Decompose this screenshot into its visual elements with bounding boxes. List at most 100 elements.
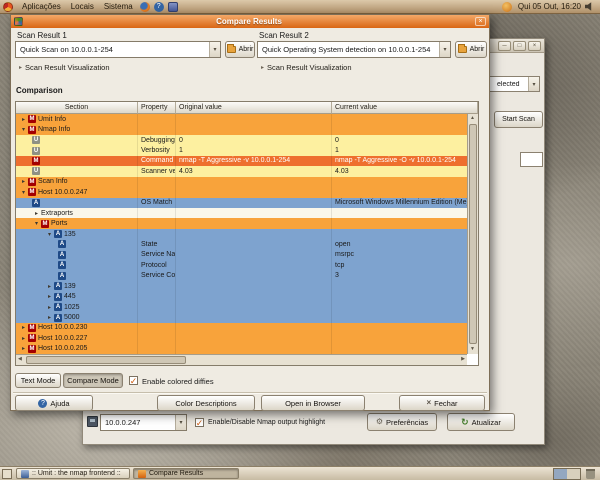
column-header-section[interactable]: Section: [16, 102, 138, 114]
expander-open-icon[interactable]: ▾: [19, 189, 28, 196]
dialog-titlebar[interactable]: Compare Results ×: [11, 15, 489, 28]
vertical-scrollbar[interactable]: ▲ ▼: [467, 114, 478, 354]
table-row[interactable]: ▸A1025: [16, 302, 467, 312]
expander-closed-icon[interactable]: ▸: [19, 116, 28, 123]
workspace-1[interactable]: [554, 469, 567, 479]
app-launcher-icon[interactable]: [168, 2, 178, 12]
help-button[interactable]: ? Ajuda: [15, 395, 93, 411]
expander-closed-icon[interactable]: ▸: [32, 210, 41, 217]
expander-closed-icon[interactable]: ▸: [19, 345, 28, 352]
expander-open-icon[interactable]: ▾: [32, 220, 41, 227]
expander-closed-icon[interactable]: ▸: [45, 314, 54, 321]
scan1-combo[interactable]: Quick Scan on 10.0.0.1-254 ▾: [15, 41, 221, 58]
table-row[interactable]: UVerbosity11: [16, 145, 467, 155]
expander-closed-icon[interactable]: ▸: [19, 178, 28, 185]
refresh-button[interactable]: ↻ Atualizar: [447, 413, 515, 431]
table-row[interactable]: ▸A5000: [16, 312, 467, 322]
highlight-checkbox[interactable]: ✓: [195, 418, 204, 427]
menu-aplicacoes[interactable]: Aplicações: [17, 0, 66, 14]
compare-mode-button[interactable]: Compare Mode: [63, 373, 123, 388]
table-row[interactable]: MCommandnmap -T Aggressive -v 10.0.0.1-2…: [16, 156, 467, 166]
clock[interactable]: Qui 05 Out, 16:20: [514, 0, 585, 14]
expander-closed-icon[interactable]: ▸: [45, 293, 54, 300]
table-row[interactable]: AStateopen: [16, 239, 467, 249]
column-header-current-value[interactable]: Current value: [332, 102, 478, 114]
open-scan1-button[interactable]: Abrir: [225, 41, 255, 58]
table-row[interactable]: ▾MHost 10.0.0.247: [16, 187, 467, 197]
cell-property: [138, 323, 176, 333]
color-descriptions-button[interactable]: Color Descriptions: [157, 395, 255, 411]
section-label: Host 10.0.0.205: [38, 345, 87, 352]
table-row[interactable]: AOS MatchMicrosoft Windows Millennium Ed…: [16, 198, 467, 208]
firefox-launcher-icon[interactable]: [140, 2, 150, 12]
menu-sistema[interactable]: Sistema: [99, 0, 138, 14]
column-header-property[interactable]: Property: [138, 102, 176, 114]
open-in-browser-button[interactable]: Open in Browser: [261, 395, 365, 411]
open-scan2-button[interactable]: Abrir: [455, 41, 487, 58]
small-field[interactable]: [520, 152, 543, 167]
expander-closed-icon[interactable]: ▸: [19, 335, 28, 342]
diff-state-badge: A: [54, 314, 62, 322]
table-row[interactable]: ▸MHost 10.0.0.205: [16, 344, 467, 354]
colored-diffs-checkbox[interactable]: ✓: [129, 376, 138, 385]
close-dialog-button[interactable]: × Fechar: [399, 395, 485, 411]
expander-open-icon[interactable]: ▾: [45, 231, 54, 238]
cell-original-value: [176, 344, 332, 354]
table-row[interactable]: AService Conf3: [16, 271, 467, 281]
text-mode-button[interactable]: Text Mode: [15, 373, 61, 388]
table-row[interactable]: ▾MPorts: [16, 218, 467, 228]
horizontal-scroll-thumb[interactable]: [26, 356, 186, 364]
host-combo[interactable]: 10.0.0.247 ▾: [100, 414, 187, 431]
scroll-up-icon[interactable]: ▲: [470, 116, 475, 121]
table-row[interactable]: ▸A139: [16, 281, 467, 291]
table-row[interactable]: ▸MUmit Info: [16, 114, 467, 124]
trash-icon[interactable]: [586, 469, 595, 479]
table-row[interactable]: UScanner version4.034.03: [16, 166, 467, 176]
workspace-switcher[interactable]: [553, 468, 581, 480]
taskbar-item-compare-results[interactable]: Compare Results: [133, 468, 239, 479]
column-header-original-value[interactable]: Original value: [176, 102, 332, 114]
expander-closed-icon[interactable]: ▸: [45, 283, 54, 290]
table-row[interactable]: ▸Extraports: [16, 208, 467, 218]
minimize-button[interactable]: ─: [498, 41, 511, 51]
table-row[interactable]: ▸A445: [16, 291, 467, 301]
table-row[interactable]: ▸MHost 10.0.0.227: [16, 333, 467, 343]
scroll-right-icon[interactable]: ▶: [461, 357, 465, 362]
taskbar-item-umit[interactable]: :: Umit : the nmap frontend ::: [16, 468, 130, 479]
table-row[interactable]: UDebugging00: [16, 135, 467, 145]
table-row[interactable]: ▾A135: [16, 229, 467, 239]
scan1-visualization-expander[interactable]: ▸ Scan Result Visualization: [19, 63, 110, 72]
close-button[interactable]: ×: [528, 41, 541, 51]
table-header: Section Property Original value Current …: [16, 102, 478, 114]
separator: [13, 392, 487, 394]
volume-icon[interactable]: [585, 2, 595, 12]
notification-icon[interactable]: [502, 2, 512, 12]
table-row[interactable]: AService Namemsrpc: [16, 250, 467, 260]
cell-current-value: [332, 229, 467, 239]
scan2-combo[interactable]: Quick Operating System detection on 10.0…: [257, 41, 451, 58]
table-row[interactable]: ▸MHost 10.0.0.230: [16, 323, 467, 333]
ubuntu-menu-icon[interactable]: [3, 2, 13, 12]
maximize-button[interactable]: □: [513, 41, 526, 51]
help-launcher-icon[interactable]: ?: [154, 2, 164, 12]
menu-locais[interactable]: Locais: [66, 0, 99, 14]
table-row[interactable]: ▾MNmap Info: [16, 124, 467, 134]
expander-closed-icon[interactable]: ▸: [45, 304, 54, 311]
horizontal-scrollbar[interactable]: ◀ ▶: [16, 354, 467, 365]
workspace-2[interactable]: [567, 469, 580, 479]
start-scan-button[interactable]: Start Scan: [494, 111, 543, 128]
expander-closed-icon[interactable]: ▸: [19, 324, 28, 331]
show-desktop-icon[interactable]: [2, 469, 12, 479]
scan2-visualization-expander[interactable]: ▸ Scan Result Visualization: [261, 63, 352, 72]
table-row[interactable]: AProtocoltcp: [16, 260, 467, 270]
refresh-icon: ↻: [461, 418, 469, 427]
scroll-down-icon[interactable]: ▼: [470, 347, 475, 352]
profile-combo-fragment[interactable]: elected ▾: [482, 76, 540, 92]
folder-open-icon: [227, 46, 236, 53]
table-row[interactable]: ▸MScan Info: [16, 177, 467, 187]
vertical-scroll-thumb[interactable]: [469, 124, 477, 344]
expander-open-icon[interactable]: ▾: [19, 126, 28, 133]
scroll-left-icon[interactable]: ◀: [18, 357, 22, 362]
preferences-button[interactable]: ⚙ Preferências: [367, 413, 437, 431]
dialog-close-button[interactable]: ×: [475, 17, 486, 26]
